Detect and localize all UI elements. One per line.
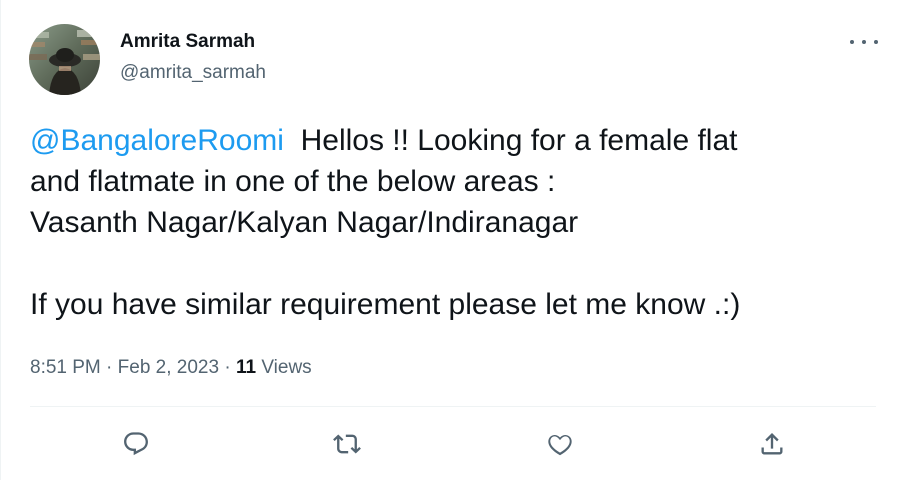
retweet-button[interactable] [330, 427, 364, 461]
like-icon [548, 435, 572, 456]
tweet-line-3: Vasanth Nagar/Kalyan Nagar/Indiranagar [30, 206, 579, 239]
tweet-text: @BangaloreRoomi Hellos !! Looking for a … [30, 120, 880, 325]
tweet-line-1: @BangaloreRoomi Hellos !! Looking for a … [30, 120, 880, 161]
more-dot [850, 40, 854, 44]
share-icon [761, 433, 783, 455]
retweet-icon [333, 434, 361, 454]
action-bar [1, 424, 898, 464]
tweet-line-2: and flatmate in one of the below areas : [30, 165, 556, 198]
reply-button[interactable] [119, 427, 153, 461]
tweet-time[interactable]: 8:51 PM [30, 357, 101, 378]
tweet-card: Amrita Sarmah @amrita_sarmah @BangaloreR… [0, 0, 898, 480]
more-options-icon[interactable] [850, 32, 878, 52]
share-button[interactable] [755, 427, 789, 461]
tweet-line-4 [30, 243, 880, 284]
mention-link[interactable]: @BangaloreRoomi [30, 124, 284, 157]
avatar[interactable] [29, 24, 100, 95]
divider [30, 406, 876, 407]
author-handle[interactable]: @amrita_sarmah [120, 62, 266, 84]
tweet-line-1-text: Hellos !! Looking for a female flat [283, 124, 738, 157]
more-dot [874, 40, 878, 44]
tweet-date[interactable]: Feb 2, 2023 [118, 357, 219, 378]
views-label: Views [261, 357, 312, 378]
views-count: 11 [235, 357, 257, 378]
reply-icon [124, 432, 148, 456]
meta-separator: · [224, 357, 231, 378]
meta-separator: · [106, 357, 113, 378]
more-dot [862, 40, 866, 44]
tweet-meta: 8:51 PM · Feb 2, 2023 · 11 Views [30, 356, 312, 380]
like-button[interactable] [543, 427, 577, 461]
author-display-name[interactable]: Amrita Sarmah [120, 31, 255, 53]
tweet-line-5: If you have similar requirement please l… [30, 288, 741, 321]
